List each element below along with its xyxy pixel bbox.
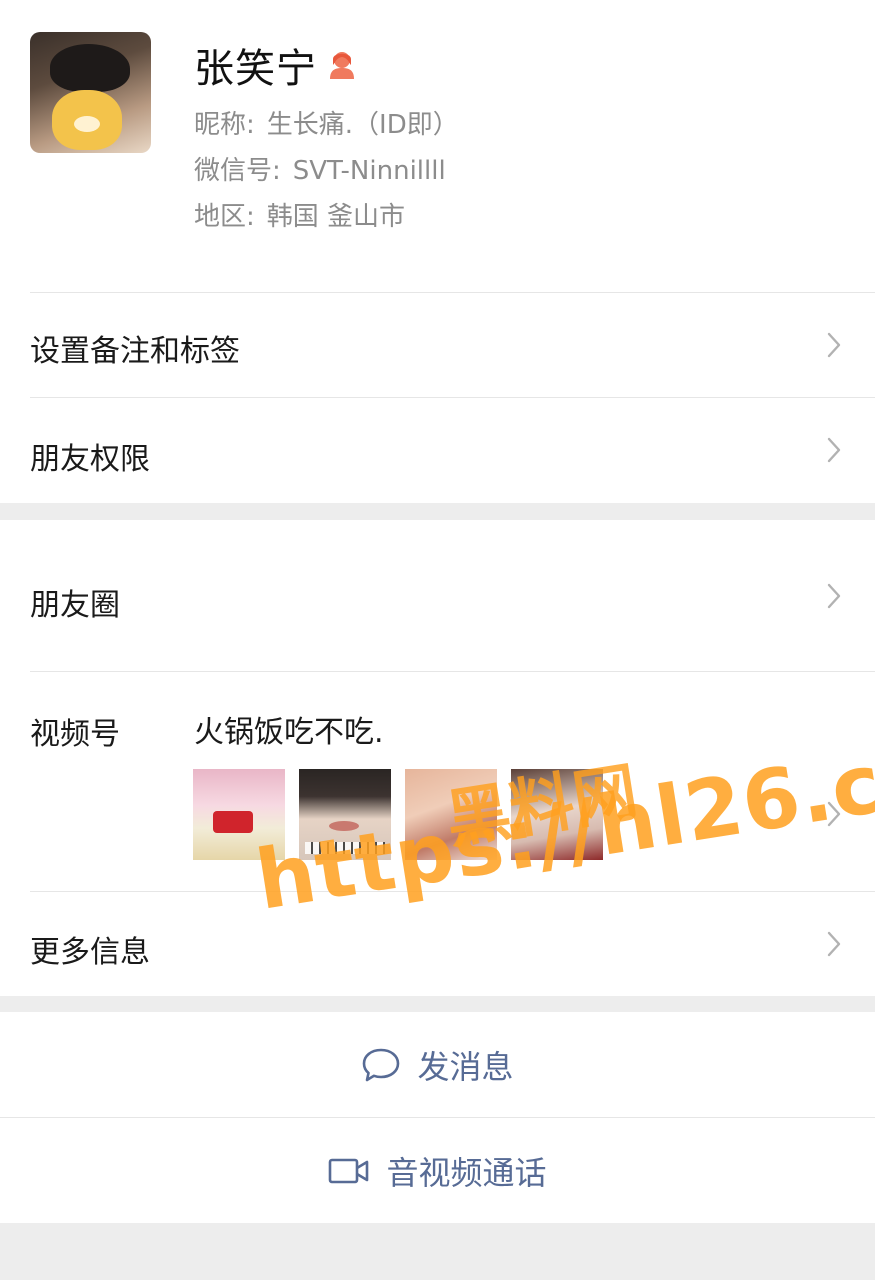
video-call-label: 音视频通话 xyxy=(386,1153,547,1192)
channels-row[interactable]: 视频号 火锅饭吃不吃. xyxy=(0,671,875,891)
divider xyxy=(30,671,875,672)
chevron-right-icon xyxy=(827,437,841,463)
region-line: 地区: 韩国 釜山市 xyxy=(194,196,405,233)
remark-label: 设置备注和标签 xyxy=(30,334,240,369)
channel-thumbnail[interactable] xyxy=(193,769,285,860)
region-value: 韩国 釜山市 xyxy=(266,202,406,232)
wechat-id-line: 微信号: SVT-Ninnillll xyxy=(194,150,446,187)
avatar[interactable] xyxy=(30,32,151,153)
wechat-id-value: SVT-Ninnillll xyxy=(292,156,446,186)
more-info-row[interactable]: 更多信息 xyxy=(0,891,875,996)
channel-thumbnail[interactable] xyxy=(405,769,497,860)
channel-thumbnail[interactable] xyxy=(511,769,603,860)
video-call-button[interactable]: 音视频通话 xyxy=(0,1118,875,1223)
name-row: 张笑宁 xyxy=(194,40,357,92)
send-message-label: 发消息 xyxy=(417,1047,514,1086)
moments-row[interactable]: 朋友圈 xyxy=(0,520,875,671)
channel-thumbnails xyxy=(193,769,603,860)
divider xyxy=(30,397,875,398)
nickname-value: 生长痛.（ID即） xyxy=(266,110,459,140)
profile-header: 张笑宁 昵称: 生长痛.（ID即） 微信号: SVT-Ninnillll 地区: 韩国… xyxy=(0,0,875,292)
permission-label: 朋友权限 xyxy=(30,442,150,477)
chevron-right-icon xyxy=(827,332,841,358)
contact-profile-page: 张笑宁 昵称: 生长痛.（ID即） 微信号: SVT-Ninnillll 地区: 韩国… xyxy=(0,0,875,1280)
female-icon xyxy=(330,52,354,79)
set-remark-and-tags-row[interactable]: 设置备注和标签 xyxy=(0,292,875,397)
more-info-label: 更多信息 xyxy=(30,935,150,970)
contact-name: 张笑宁 xyxy=(194,46,317,92)
channel-name: 火锅饭吃不吃. xyxy=(194,715,384,750)
friend-permissions-row[interactable]: 朋友权限 xyxy=(0,397,875,503)
chevron-right-icon xyxy=(827,583,841,609)
chevron-right-icon xyxy=(827,931,841,957)
video-camera-icon xyxy=(329,1158,369,1183)
channels-label: 视频号 xyxy=(30,717,120,752)
send-message-button[interactable]: 发消息 xyxy=(0,1012,875,1117)
chevron-right-icon xyxy=(827,801,841,827)
divider xyxy=(30,891,875,892)
chat-bubble-icon xyxy=(363,1048,400,1081)
divider xyxy=(30,292,875,293)
nickname-label: 昵称: xyxy=(194,110,255,140)
wechat-id-label: 微信号: xyxy=(194,156,281,186)
nickname-line: 昵称: 生长痛.（ID即） xyxy=(194,104,459,141)
moments-label: 朋友圈 xyxy=(30,588,120,623)
channel-thumbnail[interactable] xyxy=(299,769,391,860)
region-label: 地区: xyxy=(194,202,255,232)
